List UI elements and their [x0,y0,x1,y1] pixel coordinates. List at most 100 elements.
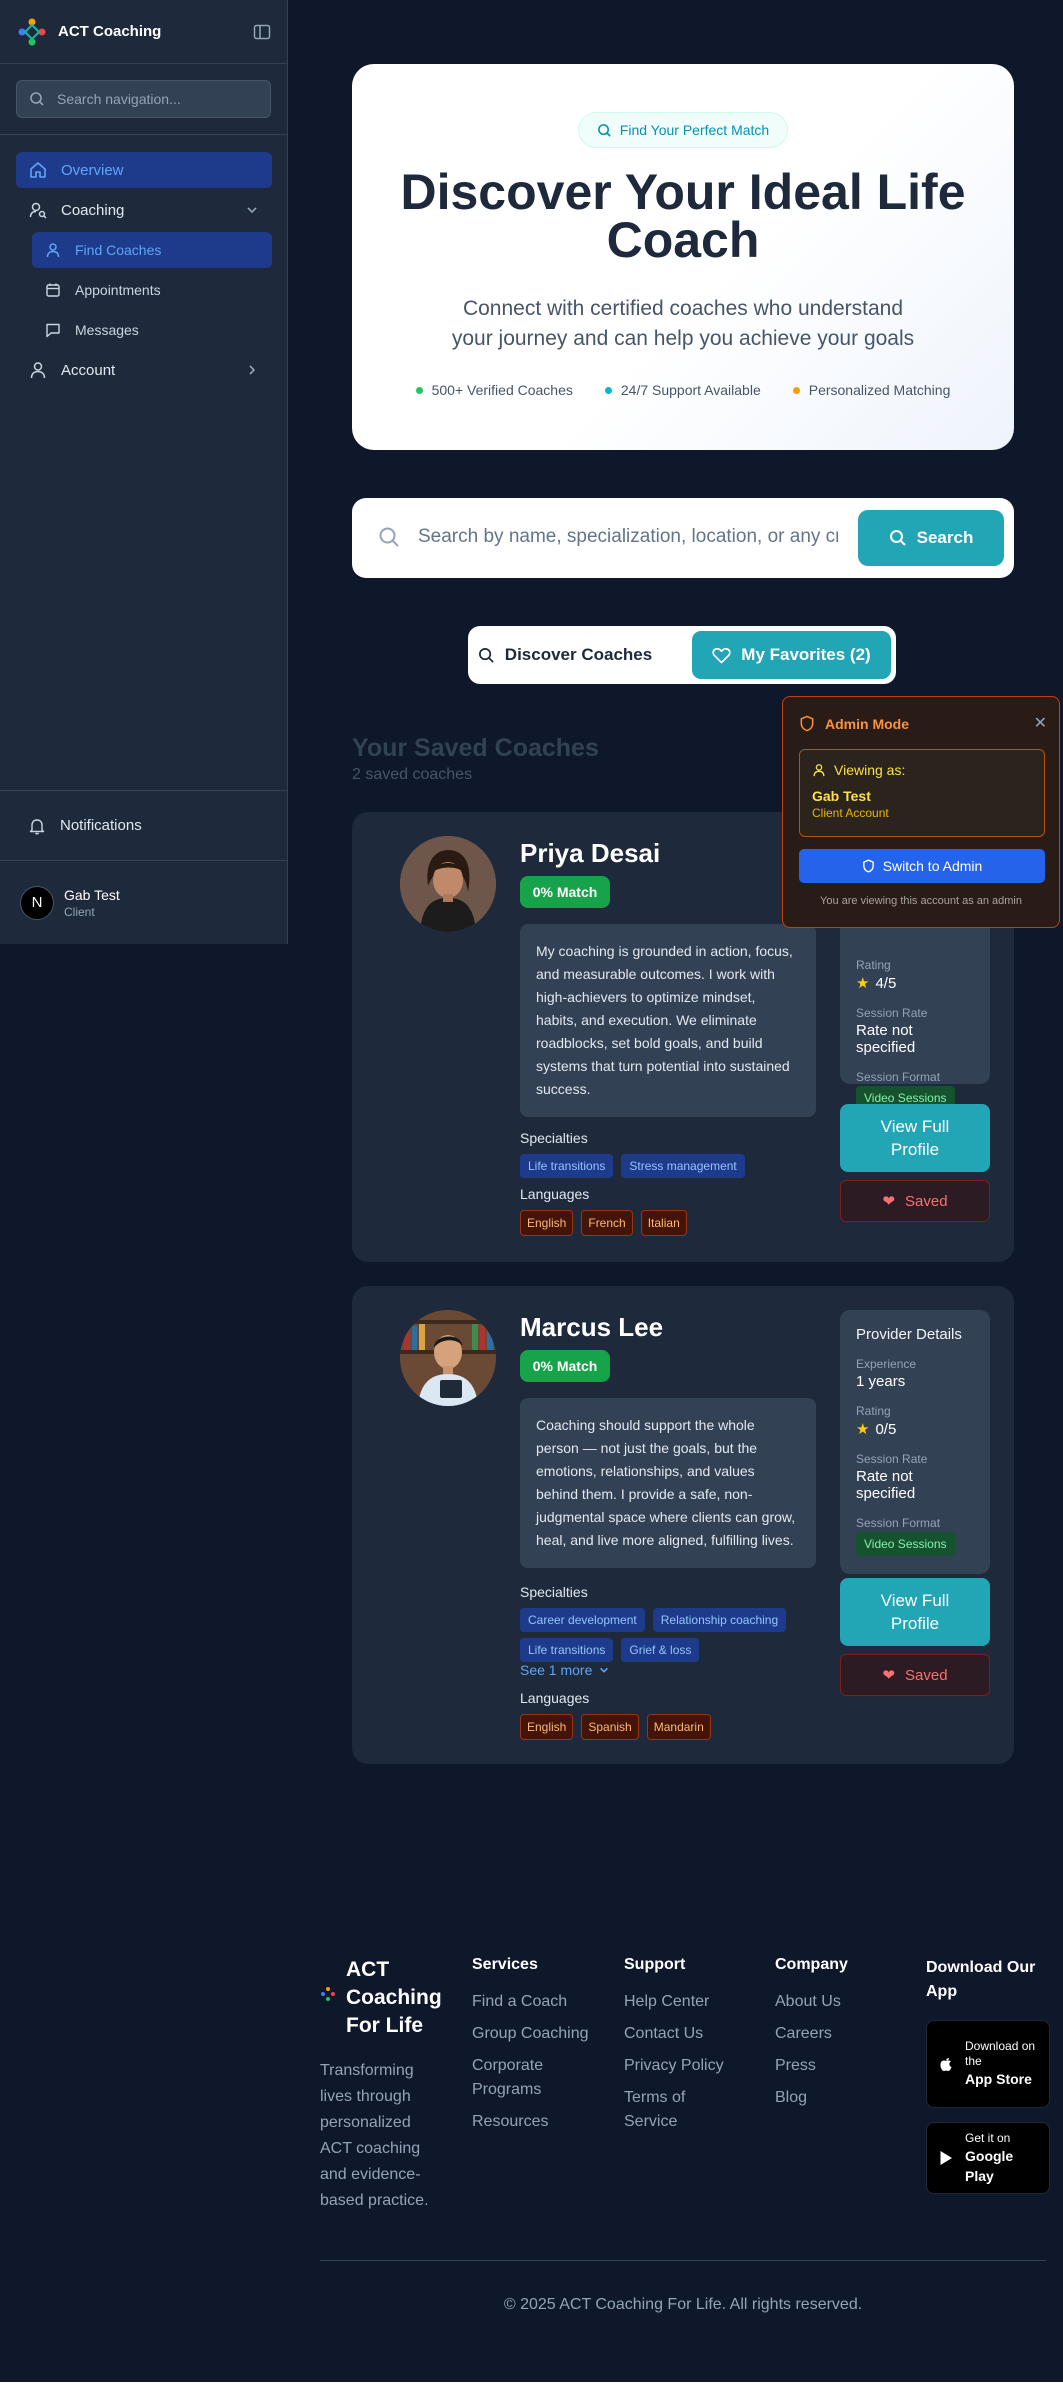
rating-label: Rating [856,958,891,972]
sidebar-item-coaching[interactable]: Coaching [16,192,272,228]
sidebar-search-placeholder: Search navigation... [57,91,181,107]
apple-icon [939,2056,953,2072]
specialties-tags: Career development Relationship coaching… [520,1608,820,1662]
footer-link[interactable]: Press [775,2054,895,2078]
status-dot [792,386,800,394]
saved-button[interactable]: ❤ Saved [840,1654,990,1696]
footer-link[interactable]: Group Coaching [472,2022,602,2046]
chevron-down-icon [245,203,259,217]
shield-icon [799,715,815,732]
coach-bio: Coaching should support the whole person… [520,1398,816,1568]
brand-name: ACT Coaching [58,23,162,40]
google-play-small: Get it on [965,2130,1011,2145]
sidebar-header: ACT Coaching [0,0,287,64]
sidebar-item-find-coaches[interactable]: Find Coaches [32,232,272,268]
hero-card: Find Your Perfect Match Discover Your Id… [352,64,1014,450]
tab-my-favorites[interactable]: My Favorites (2) [692,631,891,679]
experience-label: Experience [856,1357,917,1371]
page-bottom-edge [0,2382,1063,2408]
rating-text: 4/5 [875,974,897,992]
search-icon [29,91,45,107]
view-toggle: Discover Coaches My Favorites (2) [468,626,896,684]
footer-link[interactable]: Terms of Service [624,2086,734,2134]
status-dot [604,386,612,394]
switch-label: Switch to Admin [882,858,983,874]
languages-label: Languages [520,1186,590,1202]
footer-column-title: Services [472,1956,538,1973]
sidebar-user[interactable]: N Gab Test Client [0,860,288,944]
view-profile-button[interactable]: View Full Profile [840,1104,990,1172]
search-button[interactable]: Search [858,510,1004,566]
hero-features: 500+ Verified Coaches 24/7 Support Avail… [352,382,1014,398]
footer-divider [320,2260,1046,2261]
footer-link[interactable]: Help Center [624,1990,734,2014]
viewed-account-type: Client Account [812,806,889,820]
hero-badge: Find Your Perfect Match [578,112,788,148]
sidebar-nav [0,134,287,151]
rating-value: ★ 4/5 [856,974,974,993]
notifications-label: Notifications [60,817,142,834]
chevron-down-icon [598,1664,610,1676]
sidebar-search-input[interactable]: Search navigation... [16,80,271,118]
footer-link[interactable]: Find a Coach [472,1990,602,2014]
close-icon[interactable]: ✕ [1034,713,1047,733]
rating-label: Rating [856,1404,891,1418]
sidebar-item-label: Find Coaches [75,242,162,258]
footer-description: Transforming lives through personalized … [320,2062,429,2209]
user-role: Client [64,904,95,919]
search-icon [478,647,495,664]
sidebar-toggle-icon[interactable] [253,23,271,41]
footer-link[interactable]: Privacy Policy [624,2054,734,2078]
tab-discover-coaches[interactable]: Discover Coaches [476,631,654,679]
sidebar-item-overview[interactable]: Overview [16,152,272,188]
sidebar: ACT Coaching Search navigation... Overvi… [0,0,288,944]
saved-button[interactable]: ❤ Saved [840,1180,990,1222]
google-play-button[interactable]: Get it on Google Play [926,2122,1050,2194]
footer-link[interactable]: Corporate Programs [472,2054,602,2102]
view-profile-button[interactable]: View Full Profile [840,1578,990,1646]
provider-details: Provider Details Experience 1 years Rati… [840,1310,990,1574]
switch-to-admin-button[interactable]: Switch to Admin [799,849,1045,883]
feature-item: Personalized Matching [792,382,951,398]
app-store-big: App Store [965,2071,1032,2087]
specialties-label: Specialties [520,1584,588,1600]
sidebar-item-account[interactable]: Account [16,352,272,388]
footer-company: Company About Us Careers Press Blog [775,1956,895,2118]
specialty-tag: Career development [520,1608,645,1632]
sidebar-item-label: Coaching [61,201,125,219]
languages-label: Languages [520,1690,590,1706]
coach-photo [400,836,496,932]
sidebar-item-messages[interactable]: Messages [32,312,272,348]
heart-icon: ❤ [882,1193,896,1210]
user-icon [29,361,47,379]
brand-logo-icon [16,16,48,48]
feature-item: 24/7 Support Available [604,382,761,398]
specialty-tag: Stress management [621,1154,745,1178]
see-more-link[interactable]: See 1 more [520,1662,610,1678]
footer-link[interactable]: About Us [775,1990,895,2014]
hero-subtitle: Connect with certified coaches who under… [451,297,915,350]
star-icon: ★ [856,975,870,992]
language-tag: Spanish [581,1714,639,1740]
session-format-label: Session Format [856,1070,941,1084]
message-icon [45,322,61,338]
coach-search-input[interactable]: Search by name, specialization, location… [418,526,838,548]
session-format-label: Session Format [856,1516,941,1530]
footer-link[interactable]: Blog [775,2086,895,2110]
footer-link[interactable]: Contact Us [624,2022,734,2046]
language-tag: Italian [640,1210,687,1236]
sidebar-item-appointments[interactable]: Appointments [32,272,272,308]
languages-tags: English Spanish Mandarin [520,1714,820,1740]
rating-text: 0/5 [875,1420,897,1438]
admin-mode-title: Admin Mode [825,715,909,732]
app-store-small: Download on the [965,2039,1036,2068]
session-rate-label: Session Rate [856,1452,928,1466]
sidebar-notifications[interactable]: Notifications [0,790,288,860]
app-store-button[interactable]: Download on the App Store [926,2020,1050,2108]
sidebar-item-label: Messages [75,322,139,338]
specialty-tag: Relationship coaching [652,1608,787,1632]
footer-link[interactable]: Resources [472,2110,602,2134]
feature-label: Personalized Matching [808,382,951,398]
footer-link[interactable]: Careers [775,2022,895,2046]
see-more-label: See 1 more [520,1662,593,1678]
